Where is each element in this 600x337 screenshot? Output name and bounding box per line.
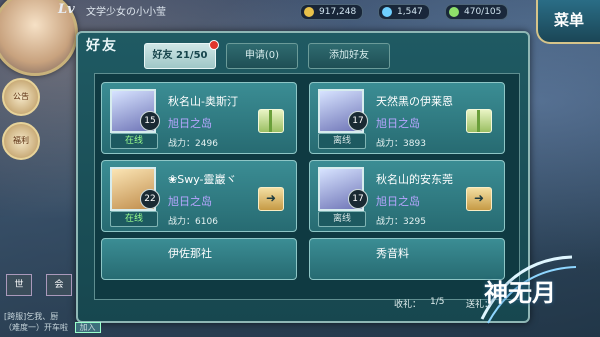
friend-name: 秋名山-奥斯汀 bbox=[168, 95, 238, 108]
notice-button[interactable]: 公告 bbox=[2, 78, 40, 116]
stamina-value: 470/105 bbox=[464, 7, 502, 17]
chat-text: 乞我、厨 bbox=[26, 312, 59, 321]
chat-tag: [跨服] bbox=[4, 312, 27, 321]
notice-label: 公告 bbox=[13, 92, 29, 101]
received-value: 1/5 bbox=[430, 297, 445, 307]
menu-button[interactable]: 菜单 bbox=[536, 0, 600, 44]
friend-power: 战力：2496 bbox=[168, 136, 218, 149]
world-chat-button[interactable]: 世 bbox=[6, 274, 32, 296]
friend-level: 17 bbox=[348, 189, 368, 209]
friend-power: 战力：3893 bbox=[376, 136, 426, 149]
friends-panel: 好友 好友 21/50 申请(0) 添加好友 15 在线 秋名山-奥斯汀 旭日之… bbox=[76, 31, 530, 323]
power-label: 战力： bbox=[168, 139, 196, 149]
top-hud: Lv 文学少女の小小莹 917,248 1,547 470/105 bbox=[0, 0, 600, 76]
power-value: 3893 bbox=[403, 139, 426, 149]
gold-icon bbox=[304, 7, 314, 17]
gold-counter: 917,248 bbox=[300, 4, 364, 20]
gift-icon[interactable] bbox=[258, 109, 284, 133]
friend-card[interactable]: 17 离线 天然黑の伊莱恩 旭日之岛 战力：3893 bbox=[309, 82, 505, 154]
welfare-button[interactable]: 福利 bbox=[2, 122, 40, 160]
friend-status: 离线 bbox=[318, 133, 366, 149]
tab-requests[interactable]: 申请(0) bbox=[226, 43, 298, 69]
letter-icon[interactable]: ➜ bbox=[258, 187, 284, 211]
friend-level: 15 bbox=[140, 111, 160, 131]
received-label: 收礼： bbox=[394, 300, 422, 310]
player-name: 文学少女の小小莹 bbox=[86, 7, 166, 18]
friend-server: 旭日之岛 bbox=[376, 117, 420, 130]
chat-line-1: [跨服]乞我、厨 bbox=[4, 311, 101, 322]
gold-value: 917,248 bbox=[319, 7, 357, 17]
friend-power: 战力：6106 bbox=[168, 214, 218, 227]
friend-card[interactable]: 15 在线 秋名山-奥斯汀 旭日之岛 战力：2496 bbox=[101, 82, 297, 154]
friend-level: 17 bbox=[348, 111, 368, 131]
friend-server: 旭日之岛 bbox=[168, 195, 212, 208]
tab-friends-label: 好友 21/50 bbox=[152, 50, 208, 61]
friend-card[interactable]: 22 在线 ❀Swy-靈巖ヾ 旭日之岛 战力：6106 ➜ bbox=[101, 160, 297, 232]
friend-status: 离线 bbox=[318, 211, 366, 227]
friend-card[interactable]: 17 离线 秋名山的安东莞 旭日之岛 战力：3295 ➜ bbox=[309, 160, 505, 232]
friend-status: 在线 bbox=[110, 133, 158, 149]
power-value: 6106 bbox=[195, 217, 218, 227]
tab-add-friend[interactable]: 添加好友 bbox=[308, 43, 390, 69]
gift-summary: 收礼： 1/5 送礼： bbox=[94, 291, 518, 313]
chat-line-2: （难度一）开车啦 加入 bbox=[4, 322, 101, 333]
panel-title: 好友 bbox=[86, 38, 118, 54]
tab-friends[interactable]: 好友 21/50 bbox=[144, 40, 219, 69]
friend-power: 战力：3295 bbox=[376, 214, 426, 227]
chat-text-2: （难度一）开车啦 bbox=[4, 323, 68, 332]
level-label: Lv bbox=[58, 2, 75, 17]
friend-server: 旭日之岛 bbox=[376, 195, 420, 208]
power-value: 2496 bbox=[195, 139, 218, 149]
friend-server: 旭日之岛 bbox=[168, 117, 212, 130]
logo-text: 神无月 bbox=[484, 278, 556, 307]
power-value: 3295 bbox=[403, 217, 426, 227]
friend-name: 秋名山的安东莞 bbox=[376, 173, 453, 186]
friend-card[interactable]: 伊佐那社 bbox=[101, 238, 297, 280]
friend-status: 在线 bbox=[110, 211, 158, 227]
gift-icon[interactable] bbox=[466, 109, 492, 133]
friend-name: 秀音料 bbox=[376, 247, 409, 260]
friends-list[interactable]: 15 在线 秋名山-奥斯汀 旭日之岛 战力：2496 17 离线 天然黑の伊莱恩… bbox=[94, 73, 520, 300]
gem-value: 1,547 bbox=[397, 7, 423, 17]
friend-name: ❀Swy-靈巖ヾ bbox=[168, 173, 237, 186]
society-chat-button[interactable]: 会 bbox=[46, 274, 72, 296]
chat-box[interactable]: [跨服]乞我、厨 （难度一）开车啦 加入 bbox=[4, 311, 101, 333]
gem-counter: 1,547 bbox=[378, 4, 430, 20]
stamina-icon bbox=[449, 7, 459, 17]
gem-icon bbox=[382, 7, 392, 17]
letter-icon[interactable]: ➜ bbox=[466, 187, 492, 211]
stamina-counter: 470/105 bbox=[445, 4, 509, 20]
power-label: 战力： bbox=[376, 217, 404, 227]
power-label: 战力： bbox=[168, 217, 196, 227]
welfare-label: 福利 bbox=[13, 136, 29, 145]
power-label: 战力： bbox=[376, 139, 404, 149]
notification-badge bbox=[209, 40, 219, 50]
join-button[interactable]: 加入 bbox=[74, 322, 101, 333]
friend-name: 天然黑の伊莱恩 bbox=[376, 95, 453, 108]
friend-name: 伊佐那社 bbox=[168, 247, 212, 260]
friend-level: 22 bbox=[140, 189, 160, 209]
game-logo: 神无月 bbox=[472, 249, 582, 329]
